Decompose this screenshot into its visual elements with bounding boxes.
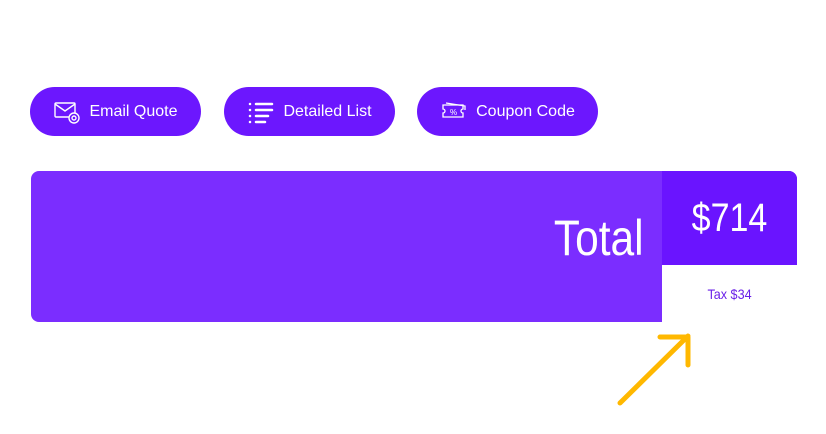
arrow-annotation-icon [617, 333, 691, 406]
